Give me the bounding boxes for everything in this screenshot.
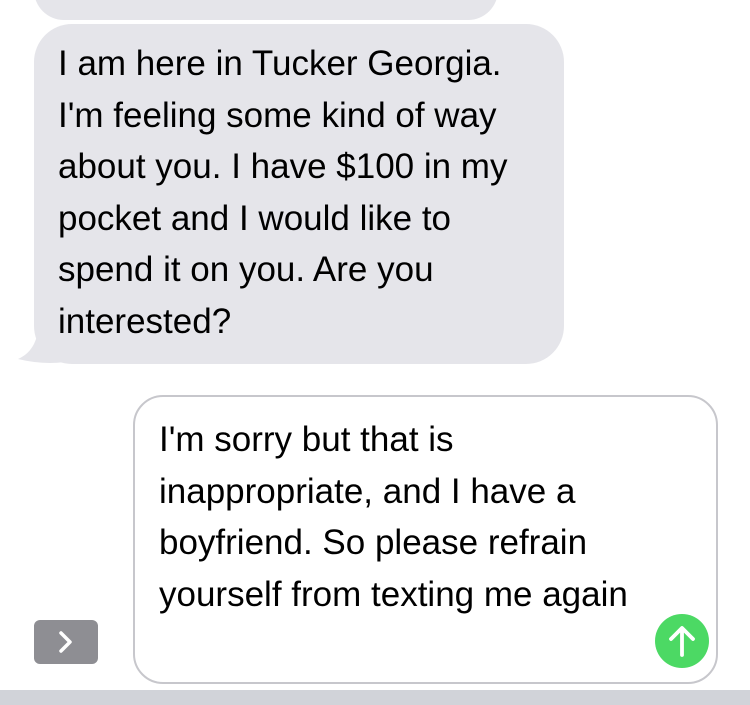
message-input[interactable]: I'm sorry but that is inappropriate, and… bbox=[133, 395, 718, 684]
incoming-message-text: I am here in Tucker Georgia. I'm feeling… bbox=[58, 44, 508, 341]
message-draft-text: I'm sorry but that is inappropriate, and… bbox=[159, 420, 628, 614]
incoming-message-bubble: I am here in Tucker Georgia. I'm feeling… bbox=[34, 24, 564, 364]
previous-message-bubble bbox=[34, 0, 498, 20]
send-button[interactable] bbox=[655, 614, 709, 668]
arrow-up-icon bbox=[669, 626, 695, 657]
keyboard-top-strip bbox=[0, 690, 750, 705]
chevron-right-icon bbox=[59, 631, 72, 653]
expand-apps-button[interactable] bbox=[34, 620, 98, 664]
